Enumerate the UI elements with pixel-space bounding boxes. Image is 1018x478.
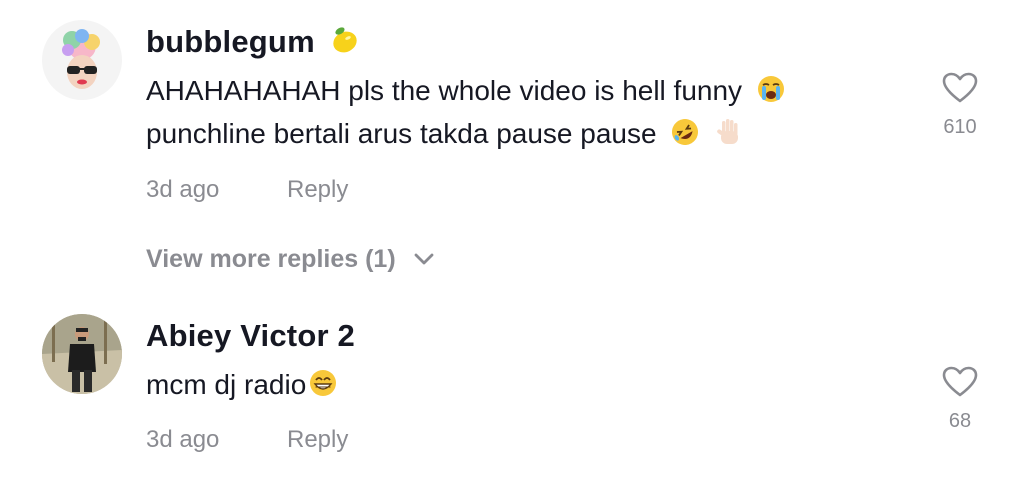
comment-text-line: punchline bertali arus takda pause pause: [146, 117, 744, 154]
comment-username[interactable]: Abiey Victor 2: [146, 318, 355, 354]
comment-text-line: mcm dj radio: [146, 368, 338, 405]
reply-button[interactable]: Reply: [287, 176, 348, 204]
chevron-down-icon: [413, 244, 435, 273]
like-button[interactable]: 68: [930, 366, 990, 433]
avatar[interactable]: [42, 20, 122, 100]
like-button[interactable]: 610: [930, 72, 990, 139]
comment-text: punchline bertali arus takda pause pause: [146, 117, 657, 149]
view-more-replies-button[interactable]: View more replies (1): [146, 245, 435, 274]
comment-timestamp: 3d ago: [146, 426, 220, 453]
avatar[interactable]: [42, 314, 122, 394]
like-count: 68: [948, 410, 972, 432]
comment-text: mcm dj radio: [146, 368, 307, 400]
grinning-face-emoji-icon: [308, 368, 338, 405]
lemon-emoji-icon: [330, 25, 360, 63]
username-text: Abiey Victor 2: [146, 318, 355, 353]
comment-text: AHAHAHAHAH pls the whole video is hell f…: [146, 74, 743, 106]
view-more-label: View more replies (1): [146, 245, 396, 273]
rolling-on-floor-laughing-emoji-icon: [670, 117, 700, 154]
raised-hand-emoji-icon: [714, 117, 744, 154]
comment-username[interactable]: bubblegum: [146, 24, 360, 63]
heart-icon: [930, 72, 990, 104]
username-text: bubblegum: [146, 24, 315, 59]
loudly-crying-face-emoji-icon: [756, 74, 786, 111]
like-count: 610: [943, 116, 977, 138]
comment-text-line: AHAHAHAHAH pls the whole video is hell f…: [146, 74, 786, 111]
comment-timestamp: 3d ago: [146, 176, 220, 203]
heart-icon: [930, 366, 990, 398]
reply-button[interactable]: Reply: [287, 426, 348, 454]
